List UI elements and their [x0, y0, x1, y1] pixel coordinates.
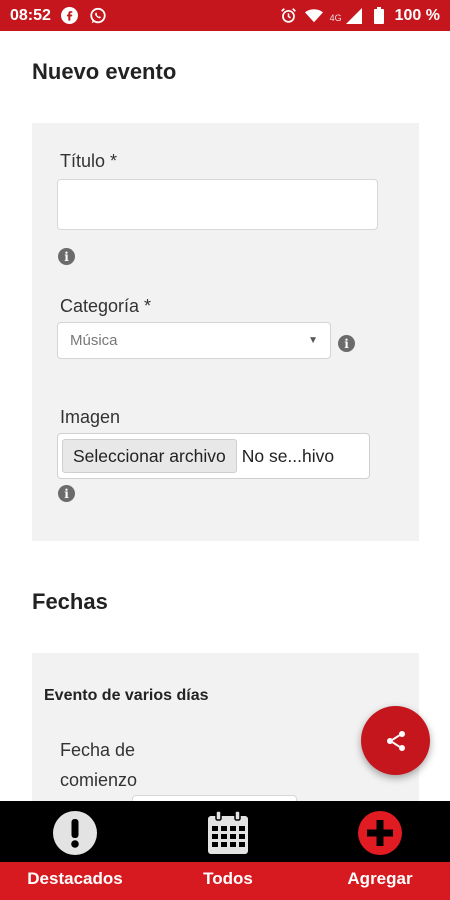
nav-label-todos: Todos — [203, 869, 253, 888]
nav-label-destacados: Destacados — [27, 869, 123, 888]
image-label: Imagen — [60, 407, 121, 427]
facebook-icon — [61, 7, 79, 25]
status-time: 08:52 — [10, 6, 51, 24]
title-label: Título * — [60, 151, 118, 171]
category-selected-value: Música — [70, 332, 118, 349]
signal-icon — [345, 7, 363, 25]
status-bar: 08:52 4G 100 % — [0, 0, 450, 31]
nav-item-todos[interactable]: Todos — [153, 801, 303, 900]
nav-label-agregar: Agregar — [347, 869, 413, 888]
bottom-navigation: Destacados Todos Agregar — [0, 801, 450, 900]
file-status: No se...hivo — [241, 445, 335, 466]
multi-day-label: Evento de varios días — [44, 687, 209, 704]
network-type: 4G — [329, 12, 342, 23]
title-input[interactable] — [57, 179, 378, 230]
dropdown-caret-icon: ▼ — [308, 335, 318, 346]
exclamation-circle-icon — [51, 809, 99, 857]
share-icon — [386, 730, 405, 751]
select-file-button[interactable]: Seleccionar archivo — [62, 439, 237, 473]
plus-circle-icon — [356, 809, 404, 857]
image-info-icon[interactable]: i — [58, 485, 75, 502]
category-label: Categoría * — [60, 296, 152, 316]
title-info-icon[interactable]: i — [58, 248, 75, 265]
image-file-input[interactable]: Seleccionar archivo No se...hivo — [57, 433, 370, 479]
category-info-icon[interactable]: i — [338, 335, 355, 352]
page-title: Nuevo evento — [32, 59, 177, 84]
dates-panel: Evento de varios días Fecha de comienzo — [32, 653, 419, 801]
battery-percent: 100 % — [394, 6, 440, 24]
main-content: Nuevo evento Título * i Categoría * Músi… — [0, 31, 450, 801]
calendar-icon — [204, 809, 252, 857]
battery-icon — [370, 7, 388, 25]
nav-item-destacados[interactable]: Destacados — [0, 801, 150, 900]
start-date-label: Fecha de comienzo — [60, 740, 138, 790]
share-button[interactable] — [361, 706, 430, 775]
wifi-icon — [304, 7, 323, 25]
dates-title: Fechas — [32, 589, 108, 614]
event-form-panel: Título * i Categoría * Música ▼ i Imagen… — [32, 123, 419, 541]
nav-item-agregar[interactable]: Agregar — [305, 801, 450, 900]
alarm-icon — [280, 7, 298, 25]
whatsapp-icon — [89, 7, 107, 25]
category-select[interactable]: Música ▼ — [57, 322, 331, 359]
